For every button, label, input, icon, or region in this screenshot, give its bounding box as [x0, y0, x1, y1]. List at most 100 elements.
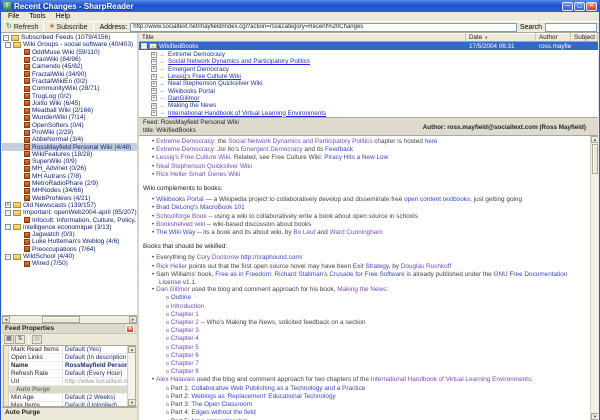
feed-tree-item[interactable]: WikiFeatures (18/28): [2, 151, 137, 158]
categorized-view-icon[interactable]: ▦: [4, 335, 14, 344]
feed-tree-item[interactable]: OddMuse Wiki (59/110): [2, 49, 137, 56]
scrollbar-track[interactable]: [591, 174, 598, 413]
headline-child-item[interactable]: +→Wikibooks Portal: [139, 87, 598, 94]
headline-child-item[interactable]: +→International Handbook of Virtual Lear…: [139, 109, 598, 116]
content-link[interactable]: here: [425, 138, 438, 145]
property-value[interactable]: http://www.socialtext.ne: [63, 378, 127, 385]
content-link[interactable]: Rick Heller Smart Genes Wiki: [156, 171, 240, 178]
property-value[interactable]: RossMayfield Personal W: [63, 362, 127, 369]
content-link[interactable]: Exit Strategy: [353, 263, 389, 270]
scroll-up-icon[interactable]: ▲: [591, 136, 598, 143]
close-button-icon[interactable]: ✕: [586, 2, 597, 11]
headline-child-item[interactable]: +→Extreme Democracy: [139, 51, 598, 58]
content-link[interactable]: Brad DeLong's MacroBook 101: [156, 204, 245, 211]
feed-tree-item[interactable]: TrogLog (0/2): [2, 92, 137, 99]
refresh-button[interactable]: ↻ Refresh: [3, 22, 41, 32]
expand-toggle-icon[interactable]: +: [151, 66, 157, 72]
feed-tree-item[interactable]: Infocult: Information, Culture, Policy, …: [2, 216, 137, 223]
feed-tree-item[interactable]: FractalWikiEn (0/2): [2, 78, 137, 85]
content-link[interactable]: Introduction: [171, 303, 204, 310]
feed-tree-item[interactable]: Luke Hutteman's Weblog (4/6): [2, 238, 137, 245]
content-link[interactable]: Free as in Freedom: Richard Stallman's C…: [215, 271, 404, 278]
feed-tree-item[interactable]: ProWiki (2/29): [2, 129, 137, 136]
expand-toggle-icon[interactable]: +: [151, 52, 157, 58]
content-link[interactable]: The Wiki Way: [156, 229, 195, 236]
alphabetical-sort-icon[interactable]: ⇅: [15, 335, 25, 344]
feed-tree-item[interactable]: Wired (7/50): [2, 260, 137, 267]
content-link[interactable]: Piracy Hits a New Low: [324, 154, 388, 161]
feed-tree-item[interactable]: WebProNews (4/21): [2, 195, 137, 202]
scroll-left-icon[interactable]: ◄: [2, 316, 10, 323]
feed-tree-item[interactable]: Camendo (45/82): [2, 63, 137, 70]
property-value[interactable]: Default (2 Weeks): [63, 394, 127, 401]
column-header-author[interactable]: Author: [536, 33, 571, 41]
expand-toggle-icon[interactable]: +: [151, 81, 157, 87]
content-link[interactable]: Outline: [171, 294, 191, 301]
scroll-down-icon[interactable]: ▼: [591, 413, 598, 420]
content-link[interactable]: open content textbooks: [404, 196, 470, 203]
content-link[interactable]: Lessig's Free Culture Wiki: [156, 154, 230, 161]
content-link[interactable]: Chapter 6: [171, 352, 199, 359]
expand-toggle-icon[interactable]: +: [151, 95, 157, 101]
content-link[interactable]: Social Network Dynamics and Participator…: [228, 138, 372, 145]
feed-tree-item[interactable]: MHNodes (34/66): [2, 187, 137, 194]
headline-child-item[interactable]: +→Emergent Democracy: [139, 66, 598, 73]
column-header-title[interactable]: Title: [139, 33, 466, 41]
feed-tree-item[interactable]: OpenSofters (0/4): [2, 122, 137, 129]
feed-tree-item[interactable]: AbbeNormal (3/4): [2, 136, 137, 143]
property-row[interactable]: Refresh RateDefault (Every Hour): [9, 370, 127, 378]
expand-toggle-icon[interactable]: -: [141, 43, 147, 49]
menu-item-help[interactable]: Help: [51, 12, 75, 21]
feed-tree-item[interactable]: MH_Advinet (0/26): [2, 165, 137, 172]
feed-tree-item[interactable]: Preoccupations (7/64): [2, 246, 137, 253]
feed-tree-item[interactable]: MetroRadioPhare (2/9): [2, 180, 137, 187]
detail-vertical-scrollbar[interactable]: ▲ ▼: [590, 136, 598, 420]
expand-toggle-icon[interactable]: -: [5, 42, 11, 48]
content-link[interactable]: http://craphound.com/: [241, 254, 303, 261]
property-row[interactable]: NameRossMayfield Personal W: [9, 362, 127, 370]
minimize-button-icon[interactable]: ─: [562, 2, 573, 11]
content-link[interactable]: Chapter 2: [171, 319, 199, 326]
content-link[interactable]: Chapter 8: [171, 368, 199, 375]
feed-tree-item[interactable]: -intelligence economique (3/13): [2, 224, 137, 231]
menu-item-file[interactable]: File: [3, 12, 24, 21]
scrollbar-thumb[interactable]: [42, 316, 80, 323]
expand-toggle-icon[interactable]: +: [151, 103, 157, 109]
content-link[interactable]: Extreme Democracy: [156, 138, 214, 145]
property-value[interactable]: Default (In description pane): [63, 354, 127, 361]
feed-tree-item[interactable]: -Important: openWeb2004-april (95/207): [2, 209, 137, 216]
feed-tree-item[interactable]: +Old Newscasts (139/157): [2, 202, 137, 209]
menu-item-tools[interactable]: Tools: [24, 12, 50, 21]
expand-toggle-icon[interactable]: -: [5, 254, 11, 260]
scroll-down-icon[interactable]: ▼: [128, 399, 136, 406]
expand-toggle-icon[interactable]: +: [151, 88, 157, 94]
feed-tree-item[interactable]: -Subscribed Feeds (1079/4156): [2, 34, 137, 41]
property-row[interactable]: Min AgeDefault (2 Weeks): [9, 394, 127, 402]
expand-toggle-icon[interactable]: +: [151, 59, 157, 65]
content-link[interactable]: Rick Heller: [156, 263, 187, 270]
content-link[interactable]: International Handbook of Virtual Learni…: [371, 376, 531, 383]
content-link[interactable]: Collaborative Web Publishing as a Techno…: [191, 385, 365, 392]
feed-tree-item[interactable]: Jagwatch (0/3): [2, 231, 137, 238]
headline-child-item[interactable]: +→DanGillmor: [139, 95, 598, 102]
property-value[interactable]: Default (Yes): [63, 346, 127, 353]
expand-toggle-icon[interactable]: +: [5, 202, 11, 208]
expand-toggle-icon[interactable]: -: [5, 224, 11, 230]
column-header-subject[interactable]: Subject: [571, 33, 598, 41]
expand-toggle-icon[interactable]: -: [5, 210, 11, 216]
scroll-up-icon[interactable]: ▲: [128, 346, 136, 353]
content-link[interactable]: Ward Cunningham: [330, 229, 383, 236]
content-link[interactable]: Edges without the field: [191, 409, 255, 416]
content-link[interactable]: Weblogs as 'Replacement' Educational Tec…: [191, 393, 335, 400]
content-link[interactable]: Making the News: [337, 286, 386, 293]
feed-tree-item[interactable]: JoiIto Wiki (6/45): [2, 100, 137, 107]
address-input[interactable]: [130, 23, 517, 32]
feed-tree-item[interactable]: RossMayfield Personal Wiki (4/48): [2, 143, 137, 150]
content-link[interactable]: Chapter 1: [171, 311, 199, 318]
search-input[interactable]: [545, 23, 597, 32]
content-link[interactable]: Chapter 7: [171, 360, 199, 367]
content-link[interactable]: Dan Gillmor: [156, 286, 190, 293]
scroll-right-icon[interactable]: ►: [129, 316, 137, 323]
expand-toggle-icon[interactable]: +: [151, 110, 157, 116]
content-link[interactable]: Cory Doctorow: [197, 254, 239, 261]
